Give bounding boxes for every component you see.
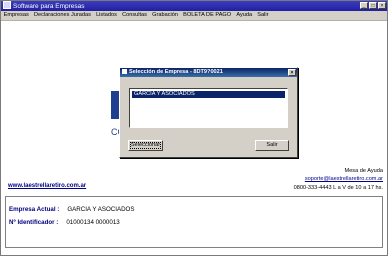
help-desk-info: Mesa de Ayuda soporte@laestrellaretiro.c…	[263, 167, 383, 192]
help-phone: 0800-333-4443 L a V de 10 a 17 hs.	[293, 184, 383, 191]
maximize-icon[interactable]: □	[369, 2, 377, 9]
select-button[interactable]: Seleccionar	[128, 140, 163, 151]
website-link[interactable]: www.laestrellaretiro.com.ar	[8, 183, 86, 189]
menu-listados[interactable]: Listados	[93, 11, 119, 20]
menu-consultas[interactable]: Consultas	[120, 11, 150, 20]
company-info-panel: Empresa Actual : GARCIA Y ASOCIADOS Nº Id…	[5, 196, 383, 248]
title-bar: Software para Empresas _ □ ×	[1, 1, 387, 11]
current-company-label: Empresa Actual :	[9, 206, 60, 213]
identifier-row: Nº Identificador : 01000134 0000013	[9, 219, 120, 226]
help-title: Mesa de Ayuda	[344, 168, 383, 174]
close-icon[interactable]: ×	[378, 2, 386, 9]
minimize-icon[interactable]: _	[360, 2, 368, 9]
select-company-dialog: Selección de Empresa - 8DT9?0021 × GARCI…	[119, 67, 298, 158]
list-item[interactable]: GARCIA Y ASOCIADOS	[132, 91, 285, 98]
menu-ayuda[interactable]: Ayuda	[234, 11, 255, 20]
help-email-link[interactable]: soporte@laestrellaretiro.com.ar	[263, 175, 383, 183]
current-company-row: Empresa Actual : GARCIA Y ASOCIADOS	[9, 206, 135, 213]
menu-bar: Empresas Declaraciones Juradas Listados …	[1, 11, 387, 21]
app-icon	[3, 1, 11, 9]
dialog-title: Selección de Empresa - 8DT9?0021	[129, 69, 223, 75]
menu-declaraciones-juradas[interactable]: Declaraciones Juradas	[31, 11, 93, 20]
current-company-value: GARCIA Y ASOCIADOS	[67, 206, 135, 213]
dialog-app-icon	[122, 68, 127, 74]
dialog-close-icon[interactable]: ×	[288, 69, 296, 76]
menu-empresas[interactable]: Empresas	[1, 11, 31, 20]
identifier-label: Nº Identificador :	[9, 219, 59, 226]
exit-button[interactable]: Salir	[255, 140, 289, 151]
menu-boleta-de-pago[interactable]: BOLETA DE PAGO	[181, 11, 234, 20]
window-controls: _ □ ×	[360, 2, 386, 9]
identifier-value: 01000134 0000013	[66, 219, 120, 226]
window-title: Software para Empresas	[13, 3, 85, 10]
dialog-title-bar: Selección de Empresa - 8DT9?0021 ×	[120, 68, 297, 77]
menu-grabacion[interactable]: Grabación	[150, 11, 181, 20]
company-list[interactable]: GARCIA Y ASOCIADOS	[129, 88, 288, 128]
menu-salir[interactable]: Salir	[255, 11, 271, 20]
app-window: Software para Empresas _ □ × Empresas De…	[0, 0, 388, 256]
